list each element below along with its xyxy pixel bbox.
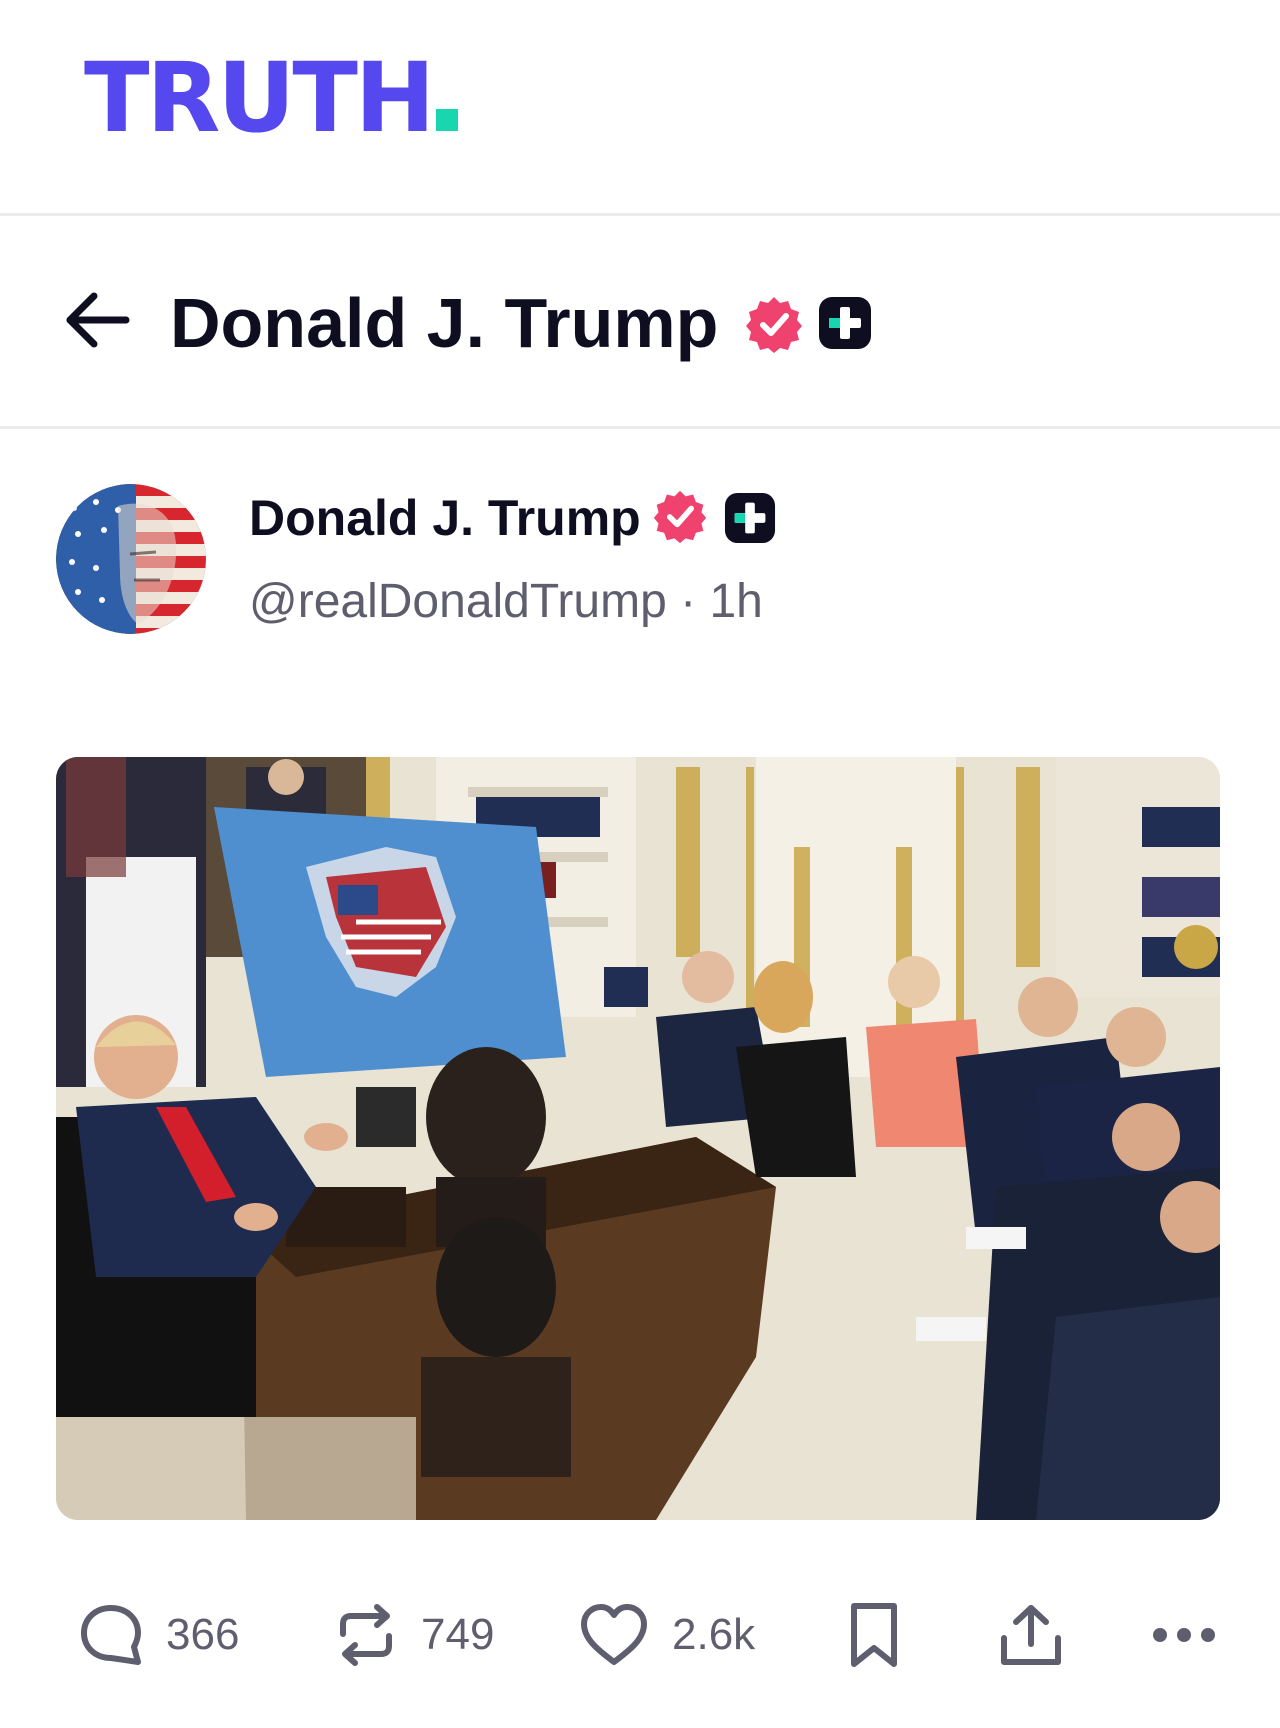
- bookmark-button[interactable]: [846, 1590, 902, 1680]
- truth-logo[interactable]: TRUTH: [84, 50, 459, 146]
- like-count: 2.6k: [672, 1610, 756, 1659]
- flag-portrait-avatar: [56, 484, 206, 634]
- retruth-count: 749: [421, 1610, 495, 1659]
- meeting-photo: [56, 757, 1220, 1520]
- reply-count: 366: [166, 1610, 240, 1659]
- more-options-button[interactable]: [1150, 1590, 1218, 1680]
- logo-text: TRUTH: [84, 42, 435, 154]
- reply-bubble-icon: [81, 1605, 141, 1665]
- post-actions: 366 749 2.6k: [0, 1590, 1280, 1680]
- page-title: Donald J. Trump: [170, 284, 719, 362]
- reply-button[interactable]: 366: [78, 1590, 239, 1680]
- post-meta: @realDonaldTrump · 1h: [249, 573, 763, 631]
- author-handle[interactable]: @realDonaldTrump: [249, 575, 667, 628]
- retruth-icon: [340, 1604, 392, 1666]
- retruth-button[interactable]: 749: [333, 1590, 494, 1680]
- post-timestamp[interactable]: 1h: [709, 575, 762, 628]
- heart-icon: [581, 1604, 647, 1665]
- truth-plus-badge-icon: [819, 297, 871, 349]
- arrow-left-icon: [66, 292, 130, 348]
- logo-dot: [436, 109, 459, 131]
- avatar[interactable]: [56, 484, 206, 634]
- verified-badge-icon: [746, 297, 802, 353]
- app-header: TRUTH: [0, 0, 1280, 216]
- truth-plus-badge-icon: [724, 492, 776, 544]
- verified-badge-icon: [653, 490, 707, 544]
- share-icon: [1001, 1605, 1061, 1665]
- share-button[interactable]: [996, 1590, 1066, 1680]
- post-image[interactable]: [56, 757, 1220, 1520]
- post-author-name[interactable]: Donald J. Trump: [249, 488, 641, 548]
- more-dots-icon: [1153, 1628, 1215, 1642]
- back-button[interactable]: [62, 290, 132, 350]
- like-button[interactable]: 2.6k: [578, 1590, 755, 1680]
- bookmark-icon: [851, 1603, 897, 1667]
- meta-separator: ·: [680, 575, 697, 628]
